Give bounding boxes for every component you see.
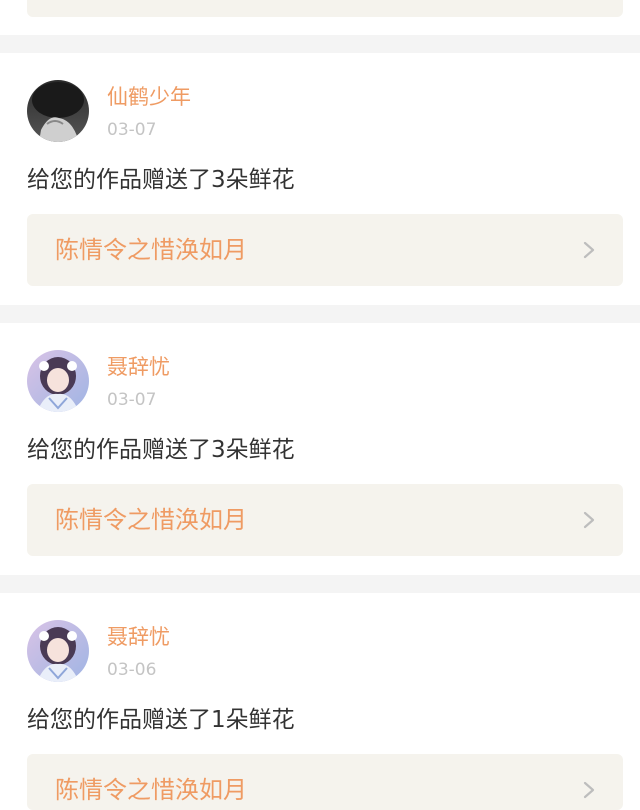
dark-portrait-avatar-icon[interactable] [27,80,89,142]
chevron-right-icon [579,240,599,260]
work-link[interactable]: 陈情令之惜涣如月 [27,214,623,286]
work-title: 陈情令之惜涣如月 [55,506,247,534]
work-link[interactable]: 陈情令之惜涣如月 [27,484,623,556]
feed-item: 聂辞忧 03-06 给您的作品赠送了1朵鲜花 陈情令之惜涣如月 [0,593,640,810]
post-date: 03-06 [107,660,157,680]
chevron-right-icon [579,510,599,530]
feed-separator [0,305,640,323]
post-date: 03-07 [107,120,157,140]
username[interactable]: 聂辞忧 [107,354,170,380]
feed-item: 仙鹤少年 03-07 给您的作品赠送了3朵鲜花 陈情令之惜涣如月 [0,53,640,305]
gift-message: 给您的作品赠送了1朵鲜花 [27,707,295,733]
feed-item: 聂辞忧 03-07 给您的作品赠送了3朵鲜花 陈情令之惜涣如月 [0,323,640,575]
post-date: 03-07 [107,390,157,410]
work-link[interactable]: 陈情令之惜涣如月 [27,754,623,810]
feed-separator [0,35,640,53]
gift-message: 给您的作品赠送了3朵鲜花 [27,437,295,463]
gift-feed-page: 仙鹤少年 03-07 给您的作品赠送了3朵鲜花 陈情令之惜涣如月 聂辞忧 03-… [0,0,640,810]
gift-message: 给您的作品赠送了3朵鲜花 [27,167,295,193]
feed-separator [0,575,640,593]
username[interactable]: 聂辞忧 [107,624,170,650]
previous-work-link[interactable] [27,0,623,17]
anime-girl-avatar-icon[interactable] [27,350,89,412]
work-title: 陈情令之惜涣如月 [55,236,247,264]
previous-feed-card [0,0,640,35]
anime-girl-avatar-icon[interactable] [27,620,89,682]
username[interactable]: 仙鹤少年 [107,84,191,110]
work-title: 陈情令之惜涣如月 [55,776,247,804]
chevron-right-icon [579,780,599,800]
